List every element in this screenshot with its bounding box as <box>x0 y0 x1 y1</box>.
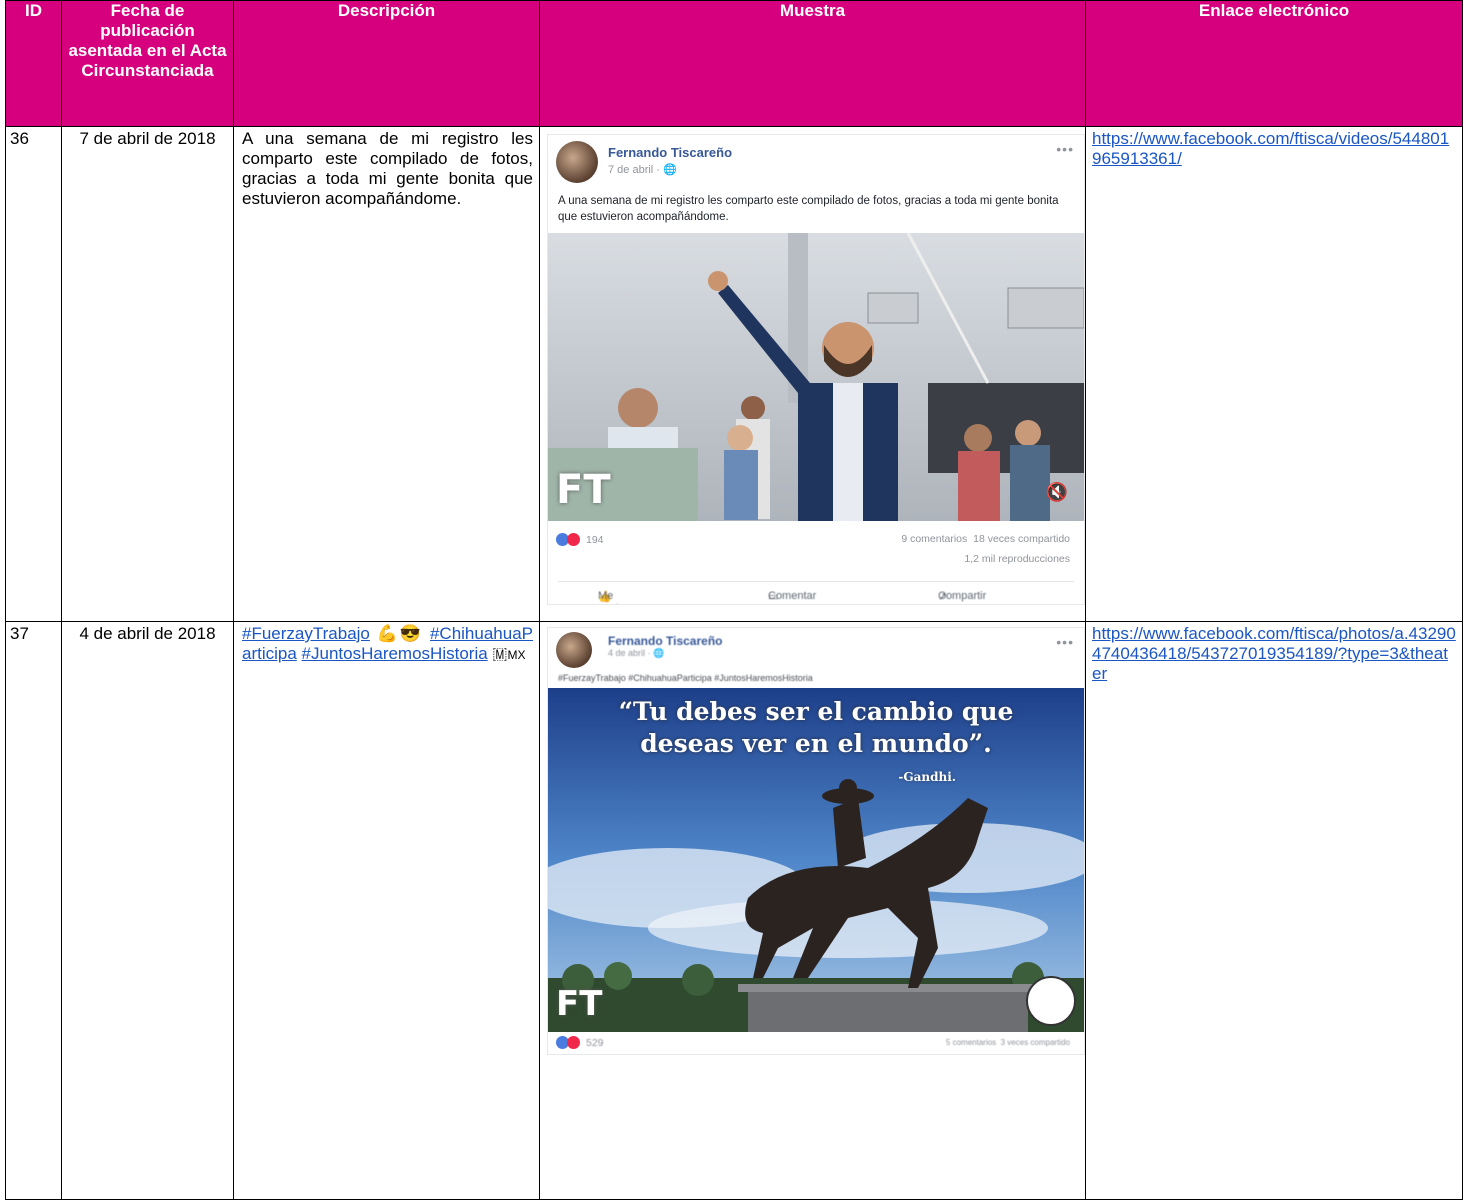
header-enlace: Enlace electrónico <box>1085 0 1463 127</box>
row-id: 36 <box>5 126 62 622</box>
post-header: Fernando Tiscareño 7 de abril · 🌐 ••• <box>548 135 1084 189</box>
ft-logo: FT <box>556 467 611 513</box>
globe-icon: 🌐 <box>663 164 677 176</box>
post-actions: 👍 Me gusta ▭ Comentar ↗ Compartir <box>558 581 1074 604</box>
post-author[interactable]: Fernando Tiscareño <box>608 145 732 160</box>
post-photo[interactable]: “Tu debes ser el cambio que deseas ver e… <box>548 688 1084 1032</box>
reactions[interactable]: 194 <box>556 533 604 546</box>
avatar[interactable] <box>556 632 592 668</box>
header-fecha: Fecha de publicación asentada en el Acta… <box>61 0 234 127</box>
muted-speaker-icon[interactable]: 🔇 <box>1044 479 1070 505</box>
table-row: 37 4 de abril de 2018 #FuerzayTrabajo 💪😎… <box>5 621 1463 1200</box>
facebook-post: Fernando Tiscareño 4 de abril · 🌐 ••• #F… <box>548 628 1084 1054</box>
row-date: 4 de abril de 2018 <box>61 621 234 1200</box>
mexico-flag-icon: 🇲 <box>492 644 508 663</box>
row-sample: Fernando Tiscareño 4 de abril · 🌐 ••• #F… <box>539 621 1086 1200</box>
avatar[interactable] <box>556 141 598 183</box>
hashtag-link[interactable]: #JuntosHaremosHistoria <box>302 644 488 663</box>
comments-shares[interactable]: 5 comentarios 3 veces compartido <box>946 1038 1070 1047</box>
row-description: #FuerzayTrabajo 💪😎 #ChihuahuaParticipa #… <box>233 621 540 1200</box>
row-link: https://www.facebook.com/ftisca/videos/5… <box>1085 126 1463 622</box>
header-descripcion: Descripción <box>233 0 540 127</box>
row-id: 37 <box>5 621 62 1200</box>
facebook-photo-link[interactable]: https://www.facebook.com/ftisca/photos/a… <box>1092 624 1456 683</box>
flexed-biceps-icon: 💪 <box>376 624 400 643</box>
row-link: https://www.facebook.com/ftisca/photos/a… <box>1085 621 1463 1200</box>
reaction-count: 529 <box>586 1036 604 1049</box>
header-id: ID <box>5 0 62 127</box>
post-header: Fernando Tiscareño 4 de abril · 🌐 ••• <box>548 628 1084 668</box>
love-reaction-icon <box>567 533 580 546</box>
header-muestra: Muestra <box>539 0 1086 127</box>
row-date: 7 de abril de 2018 <box>61 126 234 622</box>
ft-logo: FT <box>556 984 603 1024</box>
badge-logo <box>1026 976 1076 1026</box>
rally-photo <box>548 233 1084 521</box>
post-text: A una semana de mi registro les comparto… <box>558 195 1059 223</box>
facebook-post: Fernando Tiscareño 7 de abril · 🌐 ••• A … <box>548 135 1084 604</box>
evidence-table: ID Fecha de publicación asentada en el A… <box>5 0 1463 1200</box>
quote-author: -Gandhi. <box>898 770 956 784</box>
more-options-icon[interactable]: ••• <box>1056 634 1074 650</box>
facebook-video-link[interactable]: https://www.facebook.com/ftisca/videos/5… <box>1092 129 1449 168</box>
table-row: 36 7 de abril de 2018 A una semana de mi… <box>5 126 1463 622</box>
comments-shares[interactable]: 9 comentarios 18 veces compartido <box>901 533 1070 545</box>
post-text: #FuerzayTrabajo #ChihuahuaParticipa #Jun… <box>558 673 813 683</box>
reaction-count: 194 <box>586 533 604 546</box>
more-options-icon[interactable]: ••• <box>1056 141 1074 157</box>
post-author[interactable]: Fernando Tiscareño <box>608 634 722 648</box>
header-row: ID Fecha de publicación asentada en el A… <box>5 0 1463 127</box>
row-sample: Fernando Tiscareño 7 de abril · 🌐 ••• A … <box>539 126 1086 622</box>
hashtag-link[interactable]: #FuerzayTrabajo <box>242 624 370 643</box>
row-description: A una semana de mi registro les comparto… <box>233 126 540 622</box>
flag-code: MX <box>507 648 526 662</box>
post-date: 4 de abril · 🌐 <box>608 648 665 658</box>
face-icon: 😎 <box>399 624 424 643</box>
post-date: 7 de abril · 🌐 <box>608 164 677 176</box>
post-video[interactable]: FT 🔇 <box>548 233 1084 521</box>
love-reaction-icon <box>567 1036 580 1049</box>
globe-icon: 🌐 <box>653 648 665 658</box>
views-count: 1,2 mil reproducciones <box>964 553 1070 565</box>
post-stats: 529 5 comentarios 3 veces compartido <box>548 1032 1084 1054</box>
reactions[interactable]: 529 <box>556 1036 604 1049</box>
post-stats: 194 9 comentarios 18 veces compartido 1,… <box>548 521 1084 581</box>
quote-text: “Tu debes ser el cambio que deseas ver e… <box>618 697 1014 758</box>
